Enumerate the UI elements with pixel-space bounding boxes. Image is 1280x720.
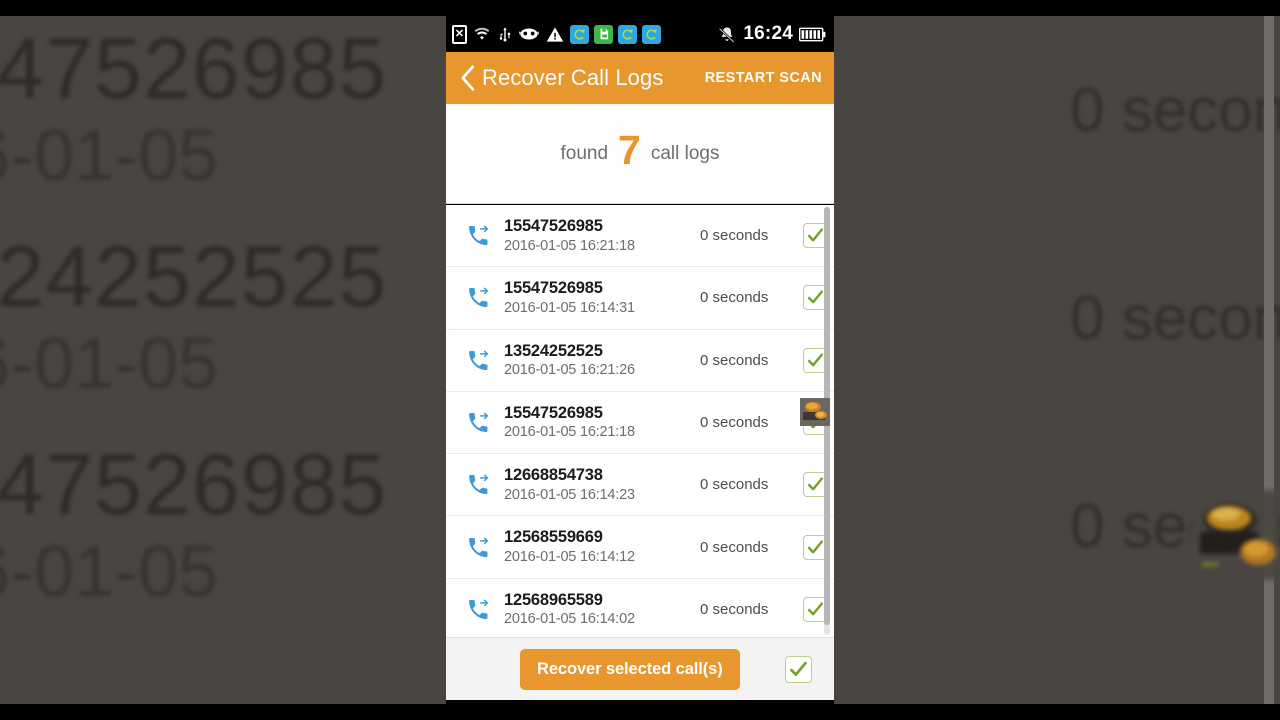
call-duration: 0 seconds xyxy=(700,538,769,556)
mute-icon xyxy=(718,26,736,43)
outgoing-call-icon xyxy=(456,472,500,497)
top-black-bar xyxy=(0,0,1280,16)
sync-blue-icon-3 xyxy=(642,24,661,44)
warning-icon xyxy=(546,26,564,42)
wifi-icon xyxy=(474,27,490,40)
call-datetime: 2016-01-05 16:14:31 xyxy=(504,299,635,316)
battery-icon xyxy=(799,27,826,41)
sync-blue-icon xyxy=(570,24,589,44)
status-bar: ✕ 16:24 xyxy=(446,16,834,52)
table-row[interactable]: 15547526985 2016-01-05 16:21:18 0 second… xyxy=(446,391,834,455)
screen-root: 2016-01-05 15547526985 2016-01-05 0 seco… xyxy=(0,0,1280,720)
bottom-black-bar xyxy=(0,704,1280,720)
row-text: 15547526985 2016-01-05 16:21:18 xyxy=(500,403,700,442)
recover-selected-calls-button[interactable]: Recover selected call(s) xyxy=(520,648,740,690)
sync-green-icon xyxy=(594,24,613,44)
table-row[interactable]: 15547526985 2016-01-05 16:14:31 0 second… xyxy=(446,267,834,330)
phone-number: 15547526985 xyxy=(504,216,603,235)
outgoing-call-icon xyxy=(456,410,500,435)
chevron-left-icon[interactable] xyxy=(456,63,478,93)
bottom-action-bar: Recover selected call(s) xyxy=(446,637,834,700)
table-row[interactable]: 12568559669 2016-01-05 16:14:12 0 second… xyxy=(446,516,834,579)
call-datetime: 2016-01-05 16:21:18 xyxy=(504,237,635,254)
call-datetime: 2016-01-05 16:21:26 xyxy=(504,362,635,379)
call-duration: 0 seconds xyxy=(700,414,769,432)
page-title: Recover Call Logs xyxy=(482,65,664,90)
call-datetime: 2016-01-05 16:21:18 xyxy=(504,424,635,441)
table-row[interactable]: 15547526985 2016-01-05 16:21:18 0 second… xyxy=(446,205,834,268)
call-datetime: 2016-01-05 16:14:02 xyxy=(504,611,635,628)
found-count: 7 xyxy=(618,127,641,173)
sim-missing-icon: ✕ xyxy=(452,24,467,44)
call-duration: 0 seconds xyxy=(700,476,769,494)
status-bar-clock: 16:24 xyxy=(743,23,793,44)
app-bar: Recover Call Logs RESTART SCAN xyxy=(446,52,834,104)
outgoing-call-icon xyxy=(456,285,500,310)
call-duration: 0 seconds xyxy=(700,227,769,245)
phone-screenshot: ✕ 16:24 Recover Call Logs RESTART SCAN f… xyxy=(446,0,834,720)
sync-blue-icon-2 xyxy=(618,24,637,44)
row-text: 12668854738 2016-01-05 16:14:23 xyxy=(500,465,700,504)
call-duration: 0 seconds xyxy=(700,600,769,618)
row-text: 15547526985 2016-01-05 16:21:18 xyxy=(500,216,700,255)
summary-prefix: found xyxy=(560,142,609,164)
phone-number: 15547526985 xyxy=(504,403,603,422)
table-row[interactable]: 12568965589 2016-01-05 16:14:02 0 second… xyxy=(446,578,834,637)
row-text: 12568559669 2016-01-05 16:14:12 xyxy=(500,527,700,566)
table-row[interactable]: 12668854738 2016-01-05 16:14:23 0 second… xyxy=(446,454,834,517)
status-bar-right: 16:24 xyxy=(717,23,826,45)
call-duration: 0 seconds xyxy=(700,351,769,369)
select-all-checkbox[interactable] xyxy=(785,655,812,683)
phone-number: 15547526985 xyxy=(504,279,603,298)
call-datetime: 2016-01-05 16:14:23 xyxy=(504,486,635,503)
outgoing-call-icon xyxy=(456,348,500,373)
cyanogenmod-icon xyxy=(519,28,539,40)
phone-number: 12568559669 xyxy=(504,528,603,547)
phone-number: 12568965589 xyxy=(504,590,603,609)
found-summary: found 7 call logs xyxy=(446,104,834,204)
usb-icon xyxy=(499,27,511,42)
call-duration: 0 seconds xyxy=(700,289,769,307)
outgoing-call-icon xyxy=(456,223,500,248)
row-text: 13524252525 2016-01-05 16:21:26 xyxy=(500,341,700,380)
background-scrollbar xyxy=(1264,0,1274,720)
overlay-cursor-icon xyxy=(800,398,830,426)
status-bar-left-icons: ✕ xyxy=(452,24,661,44)
overlay-thumbnail xyxy=(1190,490,1280,580)
call-datetime: 2016-01-05 16:14:12 xyxy=(504,549,635,566)
green-check-icon xyxy=(785,655,812,683)
restart-scan-button[interactable]: RESTART SCAN xyxy=(705,70,822,86)
row-text: 12568965589 2016-01-05 16:14:02 xyxy=(500,590,700,629)
phone-number: 13524252525 xyxy=(504,341,603,360)
row-text: 15547526985 2016-01-05 16:14:31 xyxy=(500,278,700,317)
table-row[interactable]: 13524252525 2016-01-05 16:21:26 0 second… xyxy=(446,329,834,392)
phone-number: 12668854738 xyxy=(504,466,603,485)
summary-suffix: call logs xyxy=(650,142,720,164)
outgoing-call-icon xyxy=(456,535,500,560)
call-log-list[interactable]: 15547526985 2016-01-05 16:21:18 0 second… xyxy=(446,205,834,637)
outgoing-call-icon xyxy=(456,597,500,622)
